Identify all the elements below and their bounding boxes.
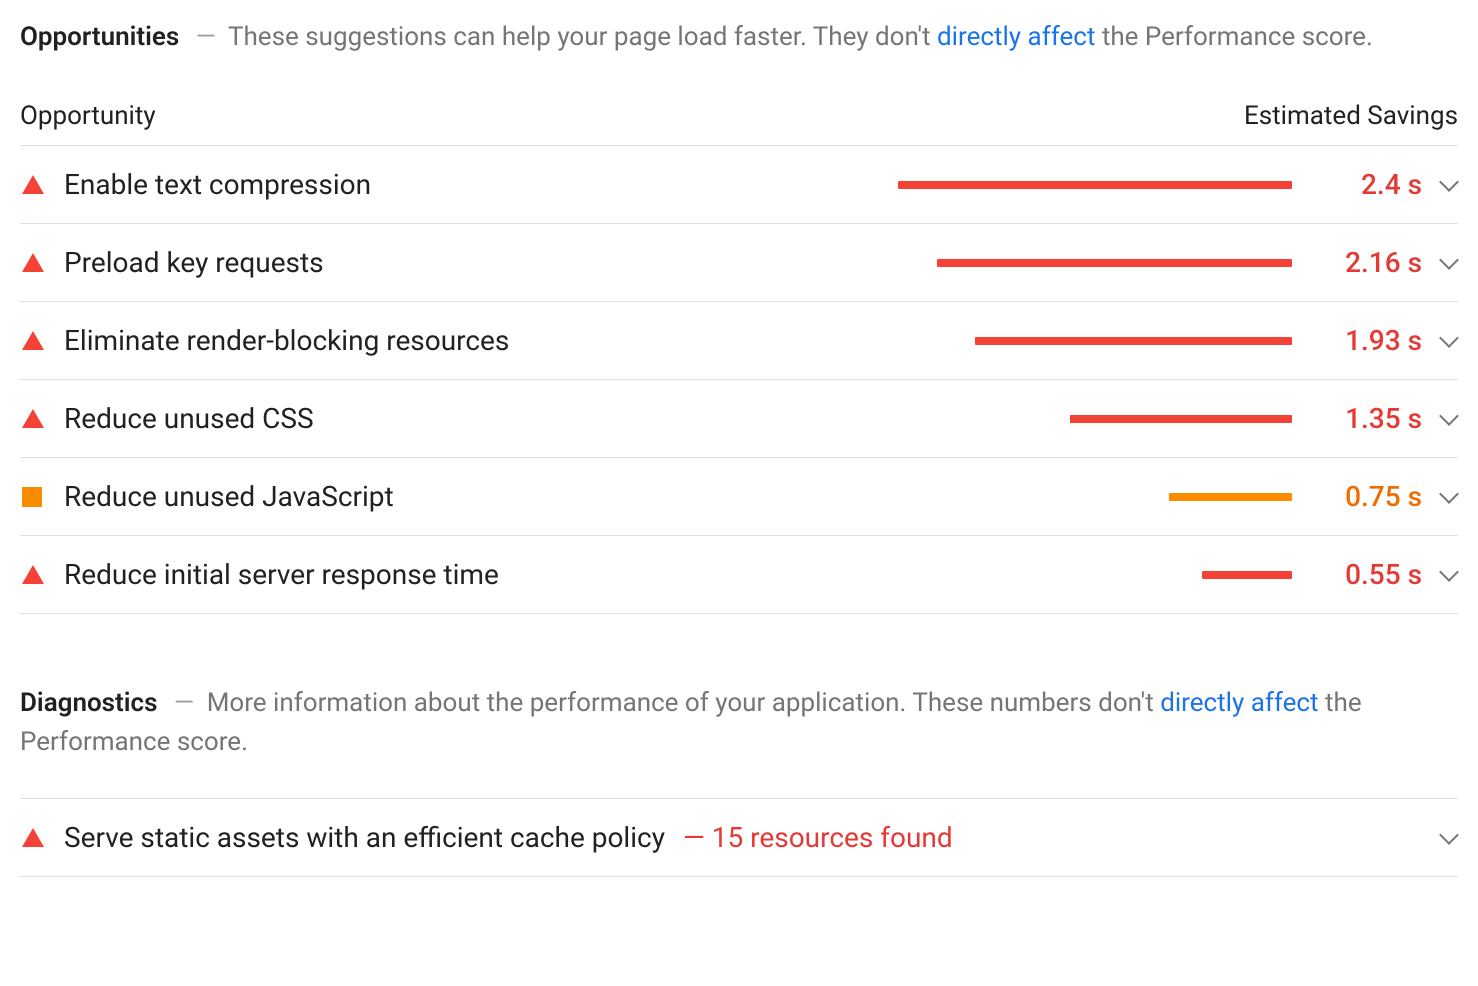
savings-bar (898, 181, 1292, 189)
triangle-fail-icon (20, 175, 64, 194)
opportunity-row[interactable]: Reduce unused CSS 1.35 s (20, 380, 1458, 458)
diagnostics-header: Diagnostics — More information about the… (20, 684, 1458, 762)
savings-bar-track (898, 415, 1292, 423)
opportunity-row[interactable]: Eliminate render-blocking resources 1.93 … (20, 302, 1458, 380)
dash: — (196, 22, 216, 52)
savings-value: 1.93 s (1312, 324, 1422, 357)
opportunities-desc-link[interactable]: directly affect (937, 22, 1095, 52)
col-opportunity: Opportunity (20, 101, 156, 131)
savings-bar-track (898, 571, 1292, 579)
diagnostics-title: Diagnostics (20, 688, 157, 718)
savings-bar-track (898, 181, 1292, 189)
chevron-down-icon[interactable] (1422, 181, 1458, 189)
dash: — (174, 688, 194, 718)
savings-bar-track (898, 337, 1292, 345)
diagnostic-extra: — 15 resources found (683, 821, 953, 854)
opportunity-label: Eliminate render-blocking resources (64, 324, 509, 357)
chevron-down-icon[interactable] (1422, 337, 1458, 345)
savings-value: 0.75 s (1312, 480, 1422, 513)
savings-bar (975, 337, 1292, 345)
diagnostics-rows: Serve static assets with an efficient ca… (20, 798, 1458, 877)
savings-bar (1070, 415, 1292, 423)
diagnostics-desc-link[interactable]: directly affect (1160, 688, 1318, 718)
opportunities-desc-before: These suggestions can help your page loa… (228, 22, 937, 52)
savings-bar-track (898, 259, 1292, 267)
triangle-fail-icon (20, 409, 64, 428)
opportunities-table-head: Opportunity Estimated Savings (20, 93, 1458, 146)
opportunity-row[interactable]: Reduce initial server response time 0.55 … (20, 536, 1458, 614)
opportunity-row[interactable]: Enable text compression 2.4 s (20, 146, 1458, 224)
opportunity-label: Enable text compression (64, 168, 371, 201)
opportunity-row[interactable]: Preload key requests 2.16 s (20, 224, 1458, 302)
opportunities-desc-after: the Performance score. (1102, 22, 1373, 52)
opportunity-label: Reduce unused CSS (64, 402, 314, 435)
opportunities-title: Opportunities (20, 22, 179, 52)
diagnostic-label: Serve static assets with an efficient ca… (64, 821, 665, 854)
triangle-fail-icon (20, 565, 64, 584)
triangle-fail-icon (20, 828, 64, 847)
opportunity-row[interactable]: Reduce unused JavaScript 0.75 s (20, 458, 1458, 536)
chevron-down-icon[interactable] (1422, 834, 1458, 842)
savings-value: 2.4 s (1312, 168, 1422, 201)
chevron-down-icon[interactable] (1422, 493, 1458, 501)
opportunity-label: Reduce initial server response time (64, 558, 499, 591)
chevron-down-icon[interactable] (1422, 415, 1458, 423)
triangle-fail-icon (20, 253, 64, 272)
chevron-down-icon[interactable] (1422, 571, 1458, 579)
savings-value: 0.55 s (1312, 558, 1422, 591)
triangle-fail-icon (20, 331, 64, 350)
savings-value: 1.35 s (1312, 402, 1422, 435)
diagnostic-row[interactable]: Serve static assets with an efficient ca… (20, 798, 1458, 877)
diagnostics-desc-before: More information about the performance o… (207, 688, 1161, 718)
savings-value: 2.16 s (1312, 246, 1422, 279)
opportunities-header: Opportunities — These suggestions can he… (20, 18, 1458, 57)
savings-bar (1202, 571, 1292, 579)
opportunity-label: Preload key requests (64, 246, 324, 279)
col-savings: Estimated Savings (1244, 101, 1458, 131)
opportunity-label: Reduce unused JavaScript (64, 480, 394, 513)
savings-bar-track (898, 493, 1292, 501)
savings-bar (937, 259, 1292, 267)
square-warn-icon (20, 487, 64, 507)
chevron-down-icon[interactable] (1422, 259, 1458, 267)
opportunities-rows: Enable text compression 2.4 s Preload key … (20, 146, 1458, 614)
savings-bar (1169, 493, 1292, 501)
